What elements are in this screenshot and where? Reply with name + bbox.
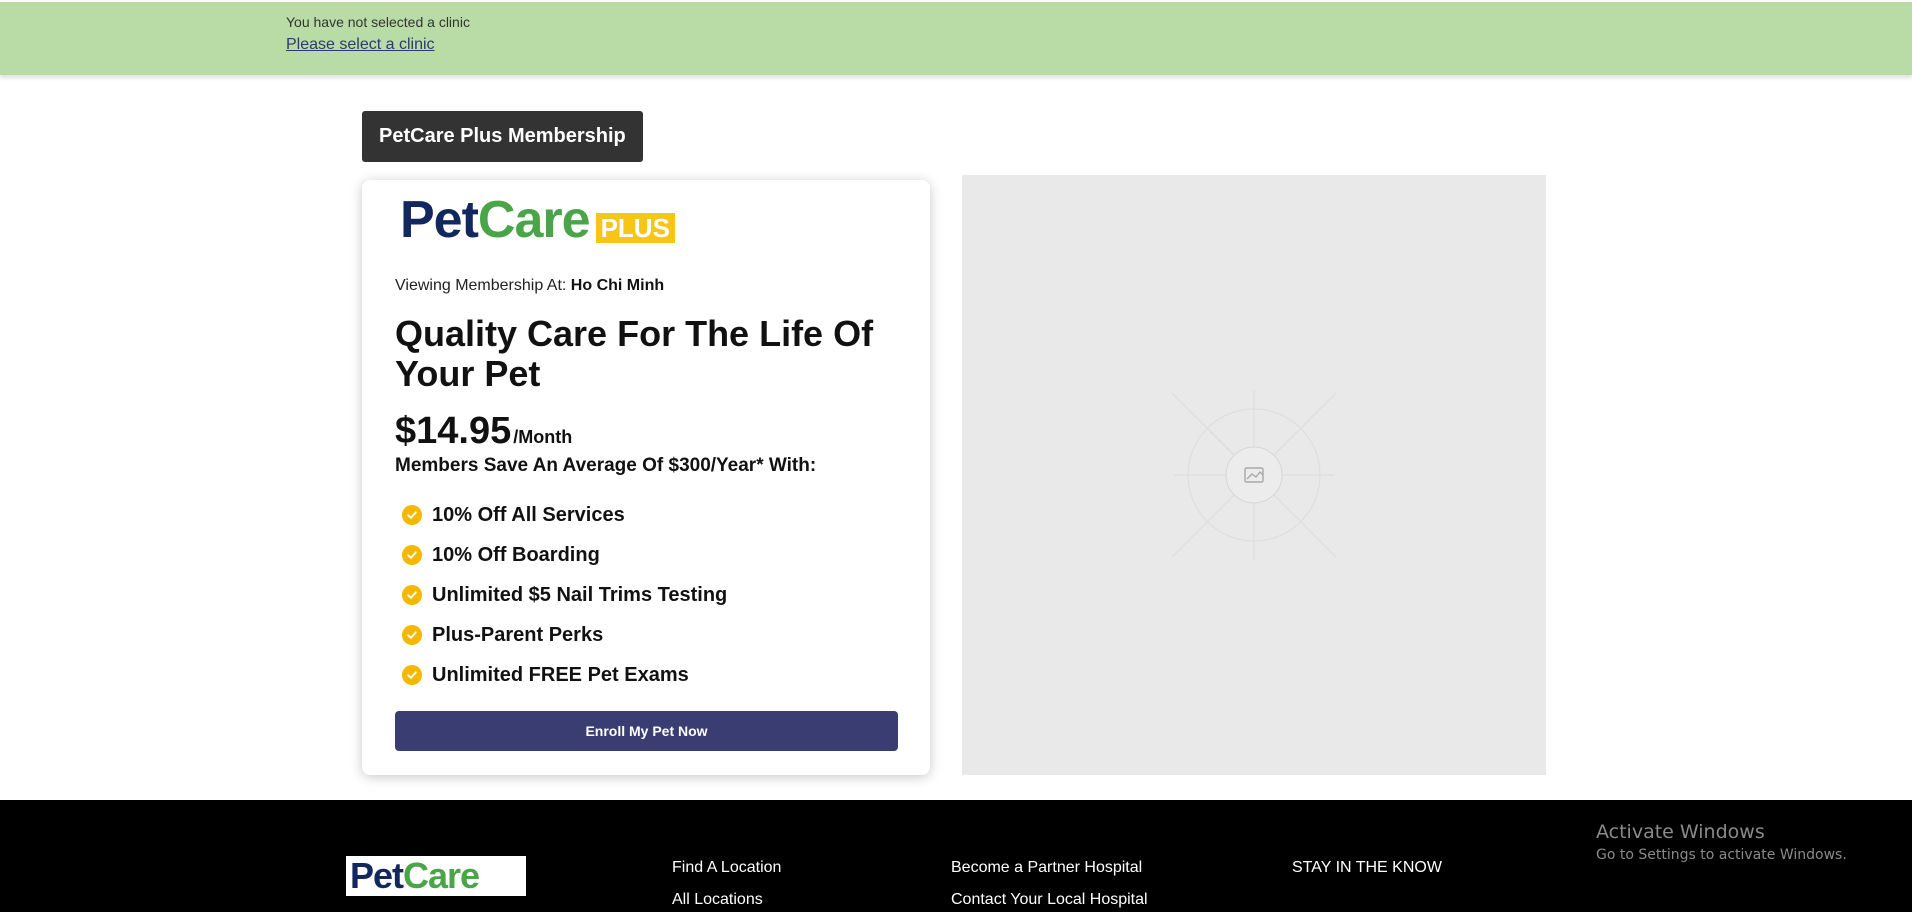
price-amount: $14.95 [395, 410, 512, 452]
check-circle-icon [402, 545, 422, 565]
check-circle-icon [402, 625, 422, 645]
benefit-label: 10% Off Boarding [432, 543, 600, 566]
footer-petcare-logo[interactable]: Pet Care [346, 856, 526, 896]
benefit-label: Unlimited $5 Nail Trims Testing [432, 583, 728, 606]
footer-link-all-locations[interactable]: All Locations [672, 891, 763, 909]
benefit-item: Unlimited $5 Nail Trims Testing [402, 575, 727, 615]
price-period: /Month [513, 427, 573, 447]
windows-activation-watermark: Activate Windows Go to Settings to activ… [1596, 821, 1847, 863]
image-placeholder-icon [1171, 390, 1337, 560]
select-clinic-link[interactable]: Please select a clinic [286, 36, 435, 54]
price: $14.95 /Month [395, 410, 572, 453]
watermark-subtitle: Go to Settings to activate Windows. [1596, 847, 1847, 863]
membership-card: Pet Care PLUS Viewing Membership At: Ho Ch… [362, 180, 930, 775]
benefit-label: 10% Off All Services [432, 503, 625, 526]
clinic-alert-bar: You have not selected a clinic Please se… [0, 2, 1912, 75]
check-circle-icon [402, 585, 422, 605]
benefit-item: Plus-Parent Perks [402, 615, 727, 655]
image-placeholder [962, 175, 1546, 775]
benefit-label: Unlimited FREE Pet Exams [432, 663, 689, 686]
enroll-button[interactable]: Enroll My Pet Now [395, 711, 898, 751]
watermark-title: Activate Windows [1596, 821, 1765, 843]
benefit-item: 10% Off Boarding [402, 535, 727, 575]
footer-link-partner-hospital[interactable]: Become a Partner Hospital [951, 859, 1142, 877]
benefit-item: Unlimited FREE Pet Exams [402, 655, 727, 695]
petcare-plus-logo: Pet Care PLUS [400, 194, 675, 246]
footer-link-contact-hospital[interactable]: Contact Your Local Hospital [951, 891, 1148, 909]
check-circle-icon [402, 505, 422, 525]
viewing-location: Viewing Membership At: Ho Chi Minh [395, 277, 664, 295]
viewing-prefix: Viewing Membership At: [395, 277, 567, 294]
benefits-list: 10% Off All Services 10% Off Boarding Un… [402, 495, 727, 695]
footer-link-stay-in-the-know[interactable]: STAY IN THE KNOW [1292, 859, 1442, 877]
page-title: PetCare Plus Membership [362, 111, 643, 162]
benefit-item: 10% Off All Services [402, 495, 727, 535]
membership-headline: Quality Care For The Life Of Your Pet [395, 313, 874, 394]
viewing-location-name: Ho Chi Minh [570, 277, 665, 294]
alert-message: You have not selected a clinic [286, 14, 470, 30]
savings-text: Members Save An Average Of $300/Year* Wi… [395, 455, 817, 476]
benefit-label: Plus-Parent Perks [432, 623, 604, 646]
check-circle-icon [402, 665, 422, 685]
footer-link-find-location[interactable]: Find A Location [672, 859, 781, 877]
